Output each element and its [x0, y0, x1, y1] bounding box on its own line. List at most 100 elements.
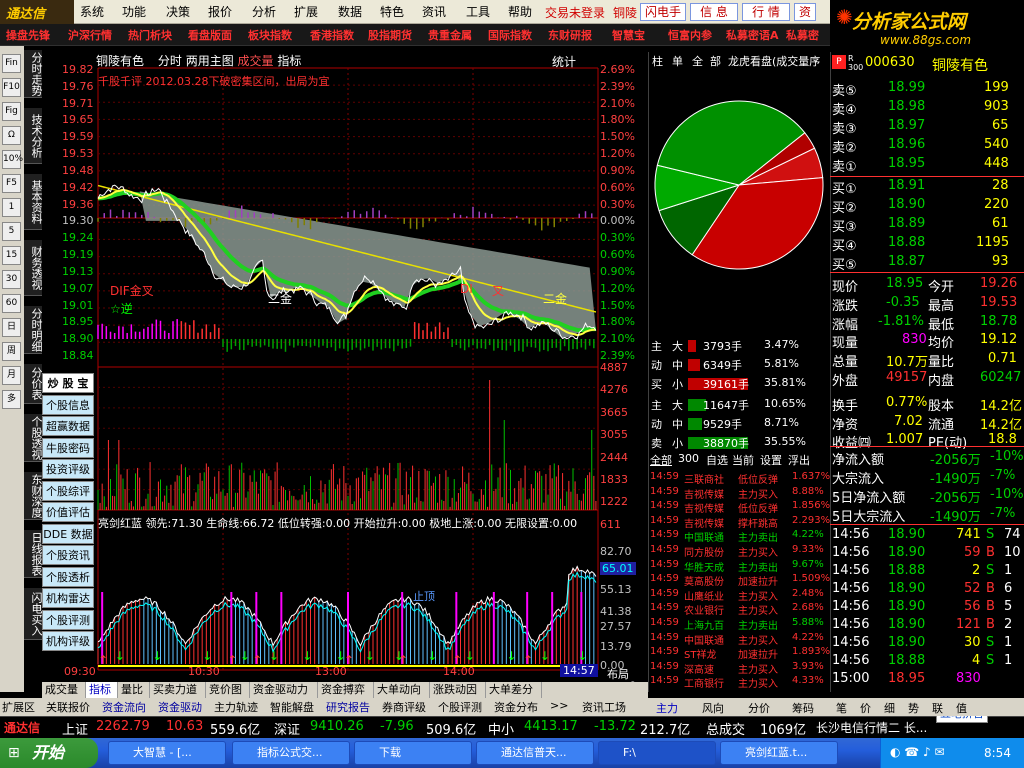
side-icon-14[interactable]: 多: [2, 390, 21, 409]
task-item-3[interactable]: 通达信普天...: [476, 741, 594, 765]
quote-bottom-tab-4[interactable]: 联: [932, 700, 943, 716]
vtab-3[interactable]: 财务透视: [24, 240, 43, 296]
side-icon-4[interactable]: 10%: [2, 150, 23, 169]
task-item-4[interactable]: F:\: [598, 741, 716, 765]
toolbox-item-0[interactable]: 炒 股 宝: [42, 373, 94, 393]
vtab-1[interactable]: 技术分析: [24, 108, 43, 164]
toolbox-item-12[interactable]: 机构评级: [42, 631, 94, 651]
side-icon-13[interactable]: 月: [2, 366, 21, 385]
quote-bottom-tab-0[interactable]: 笔: [836, 700, 847, 716]
vtab-6[interactable]: 个股透视: [24, 414, 43, 462]
trade-login-status[interactable]: 交易未登录: [545, 4, 605, 21]
toolbox-item-7[interactable]: DDE 数据: [42, 523, 94, 544]
menu-item-9[interactable]: 工具: [466, 3, 490, 21]
func-item-9[interactable]: 东财研报: [548, 27, 592, 43]
alert-tab-2[interactable]: 自选: [706, 452, 728, 468]
extension-tab-9[interactable]: 资金分布: [494, 699, 550, 715]
func-item-2[interactable]: 热门析块: [128, 27, 172, 43]
menu-item-10[interactable]: 帮助: [508, 3, 532, 21]
alert-stock-11[interactable]: 中国联通: [684, 632, 724, 647]
chart-tab-0[interactable]: 成交量: [42, 682, 86, 698]
toolbox-item-5[interactable]: 个股综评: [42, 480, 94, 501]
alert-tab-3[interactable]: 当前: [732, 452, 754, 468]
vtab-9[interactable]: 闪电买入: [24, 588, 43, 640]
alert-stock-12[interactable]: ST祥龙: [684, 646, 716, 661]
side-icon-7[interactable]: 5: [2, 222, 21, 241]
alert-stock-0[interactable]: 三联商社: [684, 471, 724, 486]
side-icon-6[interactable]: 1: [2, 198, 21, 217]
alert-tab-4[interactable]: 设置: [760, 452, 782, 468]
mid-bottom-tab-1[interactable]: 风向: [702, 700, 724, 716]
menu-item-5[interactable]: 扩展: [294, 3, 318, 21]
menu-item-6[interactable]: 数据: [338, 3, 362, 21]
side-icon-3[interactable]: Ω: [2, 126, 21, 145]
func-item-1[interactable]: 沪深行情: [68, 27, 112, 43]
mid-bottom-tab-3[interactable]: 筹码: [792, 700, 814, 716]
side-icon-8[interactable]: 15: [2, 246, 21, 265]
func-item-3[interactable]: 看盘版面: [188, 27, 232, 43]
task-item-5[interactable]: 亮剑红蓝.t...: [720, 741, 838, 765]
side-icon-0[interactable]: Fin: [2, 54, 21, 73]
extension-tab-8[interactable]: 个股评测: [438, 699, 494, 715]
func-item-11[interactable]: 恒富内参: [668, 27, 712, 43]
menu-item-1[interactable]: 功能: [122, 3, 146, 21]
task-item-2[interactable]: 下载: [354, 741, 472, 765]
chart-tab-7[interactable]: 大单动向: [374, 682, 430, 698]
extension-tab-3[interactable]: 资金驱动: [158, 699, 214, 715]
menu-button-0[interactable]: 闪电手: [640, 3, 686, 21]
sh-label[interactable]: 上证: [62, 719, 88, 738]
extension-tab-7[interactable]: 券商评级: [382, 699, 438, 715]
quote-bottom-tab-2[interactable]: 细: [884, 700, 895, 716]
chart-tab-8[interactable]: 涨跌动因: [430, 682, 486, 698]
alert-stock-3[interactable]: 吉视传媒: [684, 515, 724, 530]
side-icon-11[interactable]: 日: [2, 318, 21, 337]
extension-tab-10[interactable]: >>: [550, 699, 582, 712]
extension-tab-1[interactable]: 关联报价: [46, 699, 102, 715]
volume-label[interactable]: 成交量: [238, 54, 274, 68]
tray-icons[interactable]: ◐ ☎ ♪ ✉: [890, 745, 945, 759]
chart-tab-3[interactable]: 买卖力道: [150, 682, 206, 698]
func-item-6[interactable]: 股指期货: [368, 27, 412, 43]
menu-item-4[interactable]: 分析: [252, 3, 276, 21]
toolbox-item-9[interactable]: 个股透析: [42, 566, 94, 587]
func-item-7[interactable]: 贵重金属: [428, 27, 472, 43]
flow-tab-4[interactable]: 龙虎看盘(成交量序: [728, 53, 820, 69]
chart-tab-5[interactable]: 资金驱动力: [250, 682, 318, 698]
mid-bottom-tab-0[interactable]: 主力: [656, 700, 678, 716]
toolbox-item-8[interactable]: 个股资讯: [42, 545, 94, 565]
toolbox-item-10[interactable]: 机构雷达: [42, 588, 94, 608]
stat-button[interactable]: 统计: [552, 53, 576, 70]
vtab-4[interactable]: 分时明细: [24, 306, 43, 354]
menu-item-0[interactable]: 系统: [80, 3, 104, 21]
menu-button-3[interactable]: 资: [794, 3, 816, 21]
chart-tab-2[interactable]: 量比: [118, 682, 150, 698]
toolbox-item-6[interactable]: 价值评估: [42, 502, 94, 522]
alert-stock-4[interactable]: 中国联通: [684, 529, 724, 544]
alert-tab-1[interactable]: 300: [678, 452, 699, 465]
alert-stock-5[interactable]: 同方股份: [684, 544, 724, 559]
extension-tab-11[interactable]: 资讯工场: [582, 699, 638, 715]
intraday-chart-svg[interactable]: ↓ ↓ ↓ ↓ ↓ ↓ ↓ ↓ ↓ ↓ ↓ ↓ ↓ ↓↑ ↑ ↑ ↑ ↑ ↑ ↑: [42, 52, 648, 682]
toolbox-item-1[interactable]: 个股信息: [42, 394, 94, 415]
vtab-0[interactable]: 分时走势: [24, 50, 43, 98]
vtab-8[interactable]: 日线报表: [24, 530, 43, 578]
sz-label[interactable]: 深证: [274, 719, 300, 738]
func-item-12[interactable]: 私募密语A: [726, 27, 779, 43]
func-item-4[interactable]: 板块指数: [248, 27, 292, 43]
side-icon-9[interactable]: 30: [2, 270, 21, 289]
toolbox-item-4[interactable]: 投资评级: [42, 459, 94, 479]
task-item-0[interactable]: 大智慧 - [...: [108, 741, 226, 765]
menu-item-2[interactable]: 决策: [166, 3, 190, 21]
side-icon-5[interactable]: F5: [2, 174, 21, 193]
vtab-2[interactable]: 基本资料: [24, 174, 43, 230]
chart-tab-9[interactable]: 大单差分: [486, 682, 542, 698]
quote-bottom-tab-1[interactable]: 价: [860, 700, 871, 716]
task-item-1[interactable]: 指标公式交...: [232, 741, 350, 765]
func-item-10[interactable]: 智慧宝: [612, 27, 645, 43]
alert-stock-7[interactable]: 莫高股份: [684, 573, 724, 588]
alert-stock-2[interactable]: 吉视传媒: [684, 500, 724, 515]
alert-stock-13[interactable]: 深高速: [684, 661, 714, 676]
extension-tab-2[interactable]: 资金流向: [102, 699, 158, 715]
alert-stock-6[interactable]: 华胜天成: [684, 559, 724, 574]
extension-tab-5[interactable]: 智能解盘: [270, 699, 326, 715]
